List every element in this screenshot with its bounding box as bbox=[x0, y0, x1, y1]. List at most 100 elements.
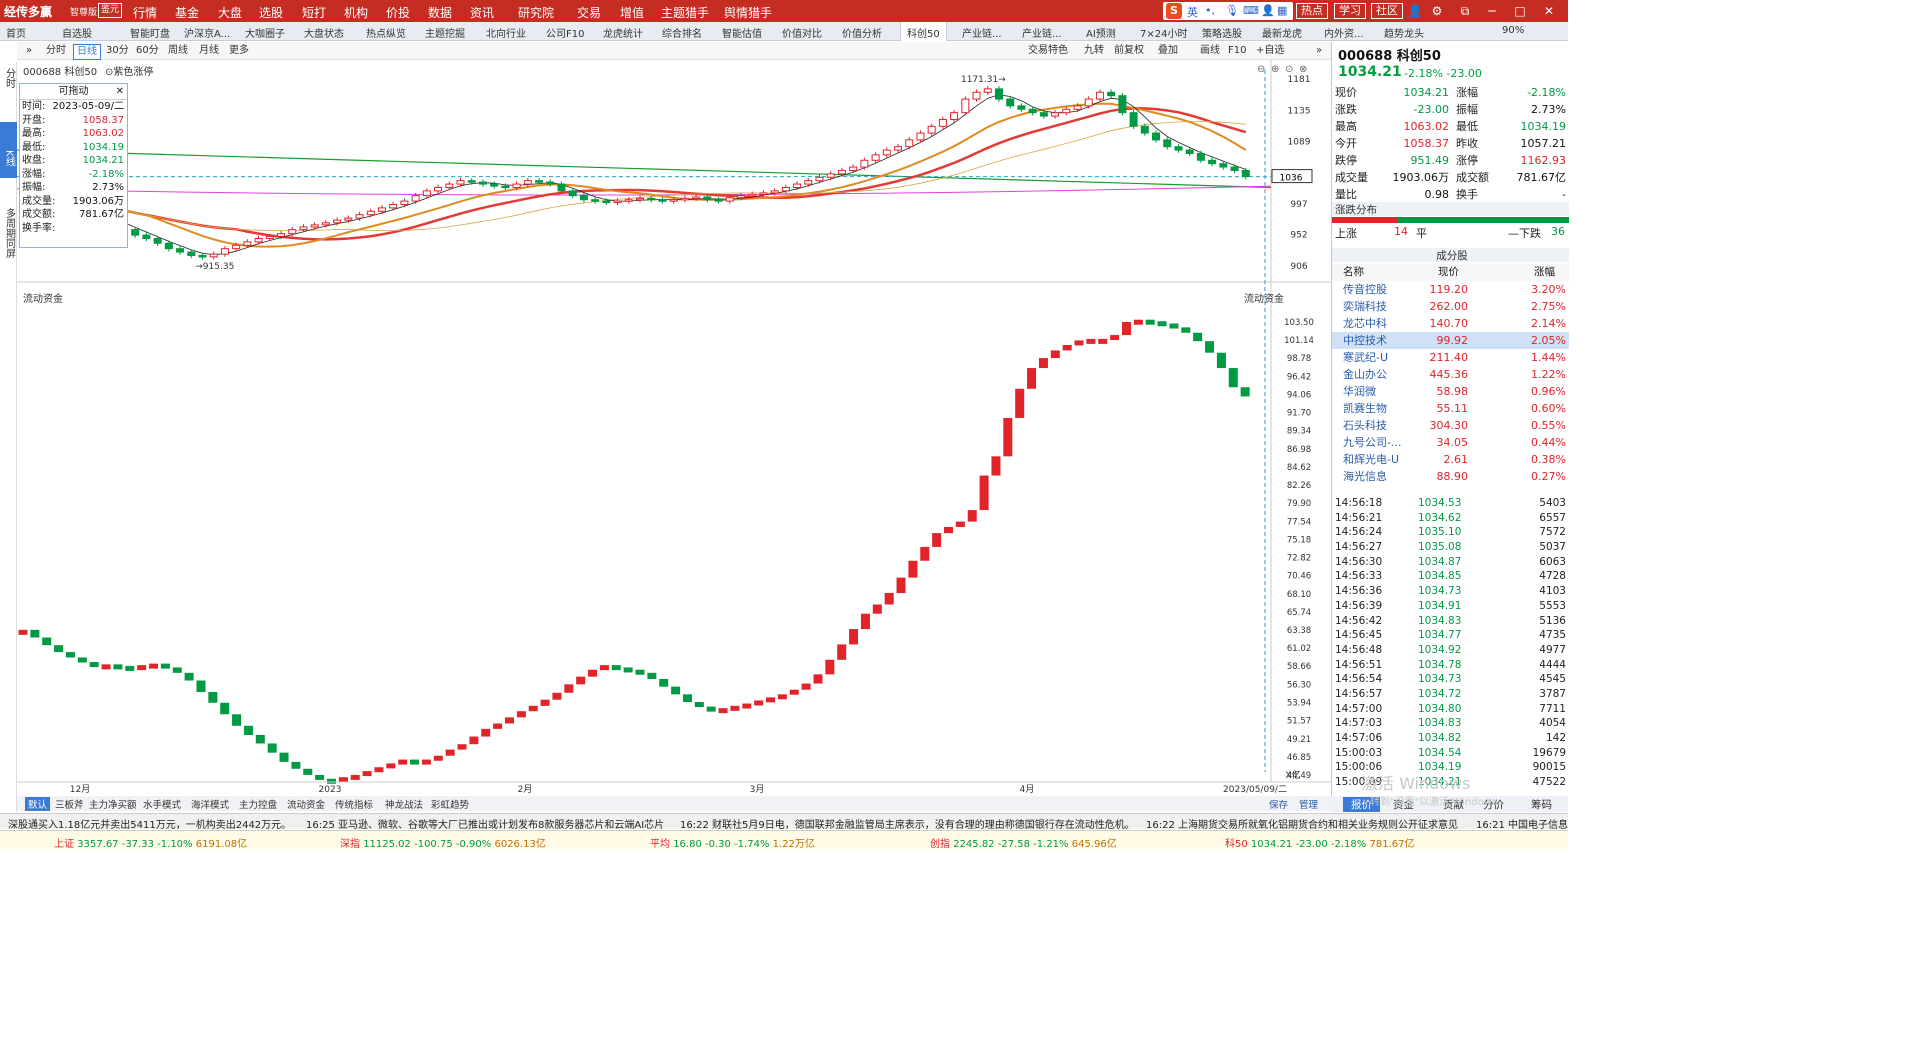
tab-item[interactable]: 最新龙虎 bbox=[1262, 25, 1302, 40]
constituent-row[interactable]: 金山办公 445.36 1.22% bbox=[1332, 366, 1569, 383]
grid-icon[interactable]: ▦ bbox=[1277, 4, 1287, 17]
constituent-row[interactable]: 海光信息 88.90 0.27% bbox=[1332, 468, 1569, 485]
indicator-tab[interactable]: 主力控盘 bbox=[239, 797, 277, 811]
pane-control-icon[interactable]: ⊕ bbox=[1271, 64, 1279, 75]
menu-item[interactable]: 研究院 bbox=[518, 4, 554, 21]
constituent-row[interactable]: 传音控股 119.20 3.20% bbox=[1332, 281, 1569, 298]
indicator-tab[interactable]: 默认 bbox=[25, 797, 51, 811]
tab-item[interactable]: 沪深京A... bbox=[184, 25, 230, 40]
menu-item[interactable]: 短打 bbox=[302, 4, 326, 21]
tab-item[interactable]: 北向行业 bbox=[486, 25, 526, 40]
menu-item[interactable]: 选股 bbox=[259, 4, 283, 21]
indicator-tab[interactable]: 三板斧 bbox=[55, 797, 84, 811]
period-button[interactable]: 更多 bbox=[226, 44, 252, 58]
manage-button[interactable]: 管理 bbox=[1299, 797, 1318, 811]
index-item[interactable]: 平均 16.80 -0.30 -1.74% 1.22万亿 bbox=[650, 835, 815, 850]
maximize-icon[interactable]: □ bbox=[1512, 3, 1528, 19]
menu-item[interactable]: 大盘 bbox=[218, 4, 242, 21]
tab-item[interactable]: 热点纵览 bbox=[366, 25, 406, 40]
tab-item[interactable]: 公司F10 bbox=[546, 25, 584, 40]
punct-icon[interactable]: •, bbox=[1205, 4, 1215, 17]
chart-tool-button[interactable]: F10 bbox=[1225, 44, 1249, 58]
period-button[interactable]: 30分 bbox=[103, 44, 132, 58]
tab-item[interactable]: 大咖圈子 bbox=[245, 25, 285, 40]
constituent-row[interactable]: 九号公司-... 34.05 0.44% bbox=[1332, 434, 1569, 451]
period-button[interactable]: 日线 bbox=[73, 44, 101, 60]
quote-tab[interactable]: 筹码 bbox=[1531, 797, 1552, 812]
expand-icon[interactable]: » bbox=[1313, 44, 1325, 58]
ime-lang[interactable]: 英 bbox=[1187, 4, 1198, 20]
news-item[interactable]: 16:22 上海期货交易所就氧化铝期货合约和相关业务规则公开征求意见 bbox=[1146, 816, 1458, 829]
news-item[interactable]: 16:22 财联社5月9日电，德国联邦金融监管局主席表示，没有合理的理由称德国银… bbox=[680, 816, 1135, 829]
settings-icon[interactable]: ⚙ bbox=[1429, 3, 1445, 19]
tab-item[interactable]: 综合排名 bbox=[662, 25, 702, 40]
col-price[interactable]: 现价 bbox=[1438, 264, 1459, 281]
tab-item[interactable]: 龙虎统计 bbox=[603, 25, 643, 40]
menu-item[interactable]: 机构 bbox=[344, 4, 368, 21]
index-item[interactable]: 深指 11125.02 -100.75 -0.90% 6026.13亿 bbox=[340, 835, 546, 850]
menu-item[interactable]: 资讯 bbox=[470, 4, 494, 21]
period-button[interactable]: 周线 bbox=[165, 44, 191, 58]
constituent-row[interactable]: 石头科技 304.30 0.55% bbox=[1332, 417, 1569, 434]
news-item[interactable]: 16:25 亚马逊、微软、谷歌等大厂已推出或计划发布8款服务器芯片和云端AI芯片 bbox=[306, 816, 664, 829]
restore-icon[interactable]: ⧉ bbox=[1457, 3, 1473, 19]
ime-toolbar[interactable]: S 英 •, 🎙 ⌨ 👤 ▦ bbox=[1163, 2, 1293, 20]
index-item[interactable]: 上证 3357.67 -37.33 -1.10% 6191.08亿 bbox=[54, 835, 247, 850]
overlay-toggle[interactable]: ⊙紫色涨停 bbox=[105, 63, 153, 78]
chart-tool-button[interactable]: 叠加 bbox=[1155, 44, 1181, 58]
chart-tool-button[interactable]: 九转 bbox=[1081, 44, 1107, 58]
tab-item[interactable]: 产业链... bbox=[1022, 25, 1062, 40]
menu-item[interactable]: 基金 bbox=[175, 4, 199, 21]
tab-item[interactable]: 趋势龙头 bbox=[1384, 25, 1424, 40]
menu-item[interactable]: 行情 bbox=[133, 4, 157, 21]
period-button[interactable]: 分时 bbox=[43, 44, 69, 58]
pane-control-icon[interactable]: ⊙ bbox=[1285, 64, 1293, 75]
tab-item[interactable]: AI预测 bbox=[1086, 25, 1116, 40]
news-item[interactable]: 16:21 中国电子信息 bbox=[1476, 816, 1568, 829]
menu-item[interactable]: 交易 bbox=[577, 4, 601, 21]
close-icon[interactable]: ✕ bbox=[116, 84, 124, 99]
community-button[interactable]: 社区 bbox=[1371, 3, 1403, 19]
constituent-row[interactable]: 中控技术 99.92 2.05% bbox=[1332, 332, 1569, 349]
menu-item[interactable]: 价投 bbox=[386, 4, 410, 21]
kline-chart-svg[interactable]: 1181 1135 1089 1036 997 952 906 1171.31→ →915.35… bbox=[17, 60, 1331, 796]
constituent-row[interactable]: 华润微 58.98 0.96% bbox=[1332, 383, 1569, 400]
menu-item[interactable]: 增值 bbox=[620, 4, 644, 21]
menu-item[interactable]: 数据 bbox=[428, 4, 452, 21]
keyboard-icon[interactable]: ⌨ bbox=[1243, 4, 1259, 17]
chart-tool-button[interactable]: 前复权 bbox=[1111, 44, 1147, 58]
chart-tool-button[interactable]: 交易特色 bbox=[1025, 44, 1071, 58]
indicator-tab[interactable]: 传统指标 bbox=[335, 797, 373, 811]
vtab-multi-period[interactable]: 多周期同屏 bbox=[0, 208, 17, 288]
tab-item[interactable]: 内外资... bbox=[1324, 25, 1364, 40]
user-icon[interactable]: 👤 bbox=[1261, 4, 1275, 17]
constituent-row[interactable]: 龙芯中科 140.70 2.14% bbox=[1332, 315, 1569, 332]
tab-item[interactable]: 7×24小时 bbox=[1140, 25, 1187, 40]
tab-item[interactable]: 产业链... bbox=[962, 25, 1002, 40]
zoom-level[interactable]: 90% bbox=[1502, 25, 1524, 36]
app-badge[interactable]: 鉴元 bbox=[98, 3, 123, 18]
period-button[interactable]: 60分 bbox=[133, 44, 162, 58]
hot-button[interactable]: 热点 bbox=[1296, 3, 1328, 19]
indicator-tab[interactable]: 海洋模式 bbox=[191, 797, 229, 811]
indicator-tab[interactable]: 主力净买额 bbox=[89, 797, 137, 811]
chart-area[interactable]: 1181 1135 1089 1036 997 952 906 1171.31→ →915.35… bbox=[17, 60, 1331, 796]
tab-item[interactable]: 科创50 bbox=[900, 22, 947, 41]
pane-control-icon[interactable]: ⊗ bbox=[1299, 64, 1307, 75]
tab-item[interactable]: 大盘状态 bbox=[304, 25, 344, 40]
tab-item[interactable]: 价值对比 bbox=[782, 25, 822, 40]
save-button[interactable]: 保存 bbox=[1269, 797, 1288, 811]
indicator-tab[interactable]: 彩虹趋势 bbox=[431, 797, 469, 811]
minimize-icon[interactable]: ─ bbox=[1484, 3, 1500, 19]
col-change[interactable]: 涨幅 bbox=[1534, 264, 1555, 281]
constituent-row[interactable]: 凯赛生物 55.11 0.60% bbox=[1332, 400, 1569, 417]
menu-item[interactable]: 舆情猎手 bbox=[724, 4, 772, 21]
vtab-timeshare[interactable]: 分时 bbox=[0, 68, 17, 98]
info-box-header[interactable]: 可拖动 ✕ bbox=[20, 84, 127, 100]
constituent-row[interactable]: 和辉光电-U 2.61 0.38% bbox=[1332, 451, 1569, 468]
constituent-row[interactable]: 奕瑞科技 262.00 2.75% bbox=[1332, 298, 1569, 315]
close-icon[interactable]: ✕ bbox=[1541, 3, 1557, 19]
tab-item[interactable]: 智能估值 bbox=[722, 25, 762, 40]
tab-item[interactable]: 自选股 bbox=[62, 25, 92, 40]
indicator-tab[interactable]: 水手模式 bbox=[143, 797, 181, 811]
